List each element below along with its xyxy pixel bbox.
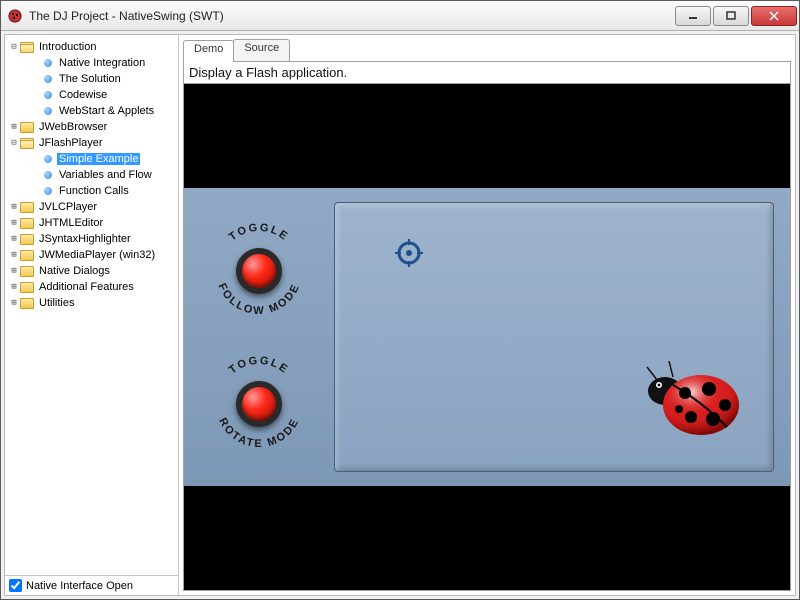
- tree-item[interactable]: ⊞ JHTMLEditor: [5, 215, 178, 231]
- maximize-button[interactable]: [713, 6, 749, 26]
- tree-item[interactable]: Codewise: [5, 87, 178, 103]
- expander-icon[interactable]: ⊞: [9, 250, 19, 260]
- tree-item[interactable]: The Solution: [5, 71, 178, 87]
- letterbox-bottom: [184, 486, 790, 590]
- tree-item[interactable]: ⊞ JVLCPlayer: [5, 199, 178, 215]
- folder-icon: [20, 250, 34, 261]
- nav-tree[interactable]: ⊟ Introduction Native Integration The Solut…: [5, 35, 178, 575]
- expander-icon[interactable]: ⊞: [9, 298, 19, 308]
- folder-icon: [20, 282, 34, 293]
- arc-text: TOGGLE ROTATE MODE: [204, 349, 314, 459]
- tree-item[interactable]: ⊞ Utilities: [5, 295, 178, 311]
- tree-item[interactable]: ⊟ Introduction: [5, 39, 178, 55]
- app-icon: [7, 8, 23, 24]
- tree-item[interactable]: ⊞ JSyntaxHighlighter: [5, 231, 178, 247]
- app-window: The DJ Project - NativeSwing (SWT) ⊟ Intr…: [0, 0, 800, 600]
- folder-icon: [20, 266, 34, 277]
- tree-item-label: JWMediaPlayer (win32): [37, 249, 157, 261]
- button-bottom-text: ROTATE MODE: [216, 415, 301, 449]
- tree-item[interactable]: WebStart & Applets: [5, 103, 178, 119]
- tree-item-label: Codewise: [57, 89, 109, 101]
- tree-item-label: JVLCPlayer: [37, 201, 99, 213]
- tree-item-label: Native Dialogs: [37, 265, 112, 277]
- folder-icon: [20, 298, 34, 309]
- tree-item[interactable]: Function Calls: [5, 183, 178, 199]
- folder-icon: [20, 122, 34, 133]
- folder-icon: [20, 138, 34, 149]
- folder-icon: [20, 218, 34, 229]
- tree-item-label: Simple Example: [57, 153, 140, 165]
- tree-item[interactable]: ⊟ JFlashPlayer: [5, 135, 178, 151]
- arc-text: TOGGLE FOLLOW MODE: [204, 216, 314, 326]
- tree-item[interactable]: Native Integration: [5, 55, 178, 71]
- expander-icon[interactable]: ⊞: [9, 282, 19, 292]
- button-top-text: TOGGLE: [227, 221, 291, 243]
- tree-item-label: JFlashPlayer: [37, 137, 105, 149]
- tree-item-label: JWebBrowser: [37, 121, 109, 133]
- letterbox-top: [184, 84, 790, 188]
- minimize-button[interactable]: [675, 6, 711, 26]
- titlebar: The DJ Project - NativeSwing (SWT): [1, 1, 799, 31]
- expander-icon[interactable]: ⊞: [9, 266, 19, 276]
- expander-icon[interactable]: ⊟: [9, 42, 19, 52]
- tree-item[interactable]: Simple Example: [5, 151, 178, 167]
- expander-icon[interactable]: ⊟: [9, 138, 19, 148]
- tab-source[interactable]: Source: [233, 39, 290, 61]
- tree-item-label: Function Calls: [57, 185, 131, 197]
- folder-icon: [20, 42, 34, 53]
- bullet-icon: [44, 91, 52, 99]
- expander-icon[interactable]: ⊞: [9, 122, 19, 132]
- tree-item-label: JSyntaxHighlighter: [37, 233, 133, 245]
- folder-icon: [20, 202, 34, 213]
- tree-item[interactable]: ⊞ JWebBrowser: [5, 119, 178, 135]
- native-interface-label: Native Interface Open: [26, 580, 133, 592]
- bullet-icon: [44, 155, 52, 163]
- tree-item[interactable]: ⊞ Additional Features: [5, 279, 178, 295]
- expander-icon[interactable]: ⊞: [9, 202, 19, 212]
- flash-stage: TOGGLE FOLLOW MODE TOGGLE ROTATE MODE: [184, 188, 790, 486]
- target-icon: [395, 239, 423, 267]
- toggle-follow-mode-button-wrap: TOGGLE FOLLOW MODE: [204, 216, 314, 326]
- status-row: Native Interface Open: [5, 575, 178, 595]
- expander-icon[interactable]: ⊞: [9, 218, 19, 228]
- tree-item-label: The Solution: [57, 73, 123, 85]
- flash-viewport: TOGGLE FOLLOW MODE TOGGLE ROTATE MODE: [183, 84, 791, 591]
- ladybug-icon: [643, 361, 743, 437]
- bullet-icon: [44, 187, 52, 195]
- tree-item[interactable]: ⊞ JWMediaPlayer (win32): [5, 247, 178, 263]
- bullet-icon: [44, 171, 52, 179]
- content-pane: ⊟ Introduction Native Integration The Solut…: [4, 34, 796, 596]
- window-title: The DJ Project - NativeSwing (SWT): [29, 9, 673, 23]
- tree-item-label: Utilities: [37, 297, 76, 309]
- button-bottom-text: FOLLOW MODE: [216, 281, 303, 317]
- bullet-icon: [44, 107, 52, 115]
- tab-bar: DemoSource: [183, 39, 791, 61]
- folder-icon: [20, 234, 34, 245]
- tree-item-label: WebStart & Applets: [57, 105, 156, 117]
- play-area[interactable]: [334, 202, 774, 472]
- native-interface-checkbox[interactable]: [9, 579, 22, 592]
- tree-item-label: JHTMLEditor: [37, 217, 105, 229]
- tree-item-label: Variables and Flow: [57, 169, 154, 181]
- bullet-icon: [44, 75, 52, 83]
- expander-icon[interactable]: ⊞: [9, 234, 19, 244]
- control-column: TOGGLE FOLLOW MODE TOGGLE ROTATE MODE: [184, 188, 334, 486]
- bullet-icon: [44, 59, 52, 67]
- tree-item[interactable]: Variables and Flow: [5, 167, 178, 183]
- tree-item[interactable]: ⊞ Native Dialogs: [5, 263, 178, 279]
- button-top-text: TOGGLE: [227, 354, 291, 376]
- tree-item-label: Introduction: [37, 41, 98, 53]
- main-panel: DemoSource Display a Flash application. …: [179, 35, 795, 595]
- description-text: Display a Flash application.: [183, 61, 791, 84]
- tab-demo[interactable]: Demo: [183, 40, 234, 62]
- tree-item-label: Native Integration: [57, 57, 147, 69]
- close-button[interactable]: [751, 6, 797, 26]
- sidebar: ⊟ Introduction Native Integration The Solut…: [5, 35, 179, 595]
- tree-item-label: Additional Features: [37, 281, 136, 293]
- toggle-rotate-mode-button-wrap: TOGGLE ROTATE MODE: [204, 349, 314, 459]
